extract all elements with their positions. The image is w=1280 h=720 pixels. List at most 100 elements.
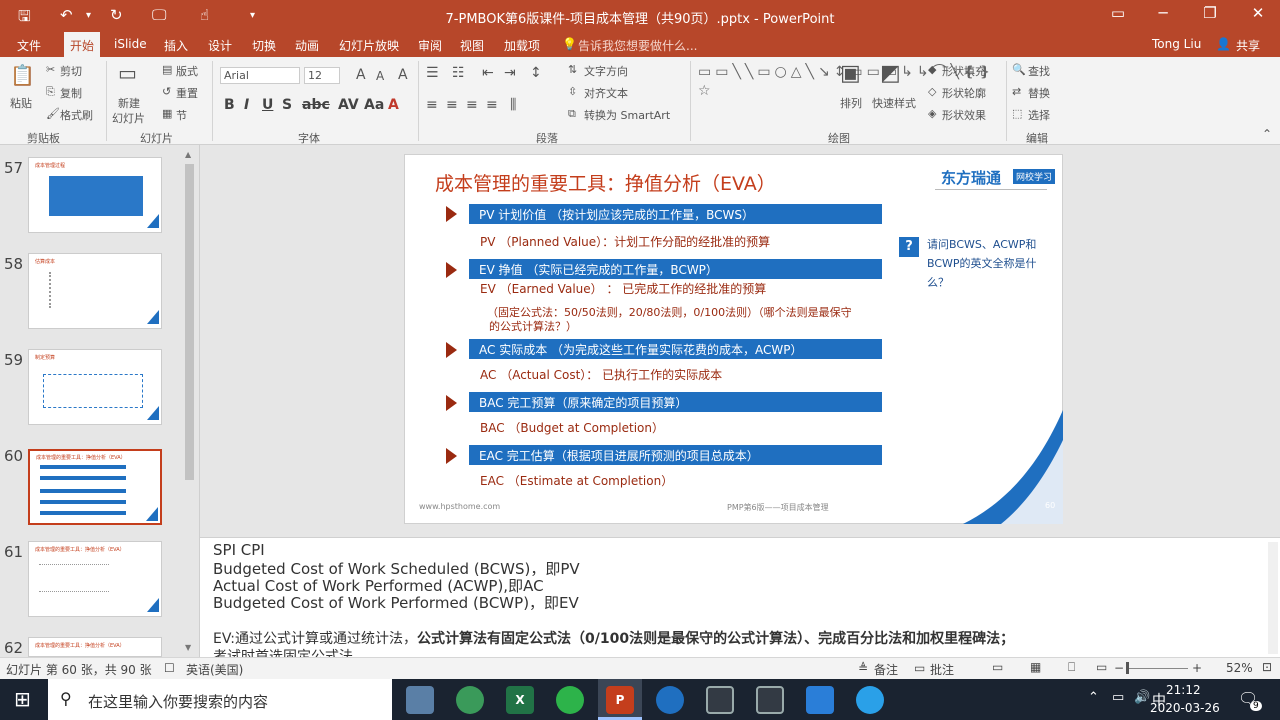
collapse-ribbon-icon[interactable]: ⌃ [1262,127,1272,141]
align-text-button[interactable]: 对齐文本 [584,85,628,101]
tab-view[interactable]: 视图 [460,37,484,54]
replace-button[interactable]: 替换 [1028,85,1050,101]
shape-fill-icon[interactable]: ◆ [928,63,936,76]
zoom-in-icon[interactable]: + [1192,661,1202,675]
replace-icon[interactable]: ⇄ [1012,85,1021,98]
term-detail-eac[interactable]: EAC （Estimate at Completion） [480,472,673,489]
slide-thumbnail-60[interactable]: 成本管理的重要工具：挣值分析（EVA） [28,449,162,525]
zoom-slider[interactable] [1128,668,1188,669]
restore-button[interactable]: ❐ [1192,4,1228,22]
user-name[interactable]: Tong Liu [1152,37,1201,51]
select-button[interactable]: 选择 [1028,107,1050,123]
paste-button[interactable]: 粘贴 [10,95,32,111]
format-painter-icon[interactable]: 🖌 [46,107,60,120]
user-icon[interactable]: 👤 [1216,37,1231,51]
fit-to-window-icon[interactable]: ⊡ [1262,660,1272,674]
tab-slideshow[interactable]: 幻灯片放映 [339,37,399,54]
zoom-level[interactable]: 52% [1226,661,1253,675]
zoom-out-icon[interactable]: − [1114,661,1124,675]
term-bar-eac[interactable]: EAC 完工估算（根据项目进展所预测的项目总成本） [469,445,882,465]
cut-icon[interactable]: ✂ [46,63,55,76]
shape-effects-icon[interactable]: ◈ [928,107,936,120]
minimize-button[interactable]: ─ [1145,4,1181,22]
spellcheck-icon[interactable]: ☐ [164,661,175,675]
new-slide-button[interactable]: 新建 [118,95,140,111]
term-bar-bac[interactable]: BAC 完工预算（原来确定的项目预算） [469,392,882,412]
bold-icon[interactable]: B [224,97,235,113]
align-left-icon[interactable]: ≡ [426,97,438,113]
powerpoint-taskbar-button[interactable]: P [598,679,642,720]
tab-home[interactable]: 开始 [64,32,101,57]
term-detail-ac[interactable]: AC （Actual Cost）： 已执行工作的实际成本 [480,366,722,383]
term-detail-bac[interactable]: BAC （Budget at Completion） [480,419,664,436]
app-icon-2[interactable] [756,686,784,714]
arrange-button[interactable]: 排列 [840,95,862,111]
line-spacing-icon[interactable]: ↕ [530,65,542,81]
notes-line[interactable]: SPI CPI [213,541,265,559]
comments-toggle-button[interactable]: 批注 [930,661,954,678]
term-bar-ev[interactable]: EV 挣值 （实际已经完成的工作量，BCWP） [469,259,882,279]
shadow-icon[interactable]: S [282,97,292,113]
copy-button[interactable]: 复制 [60,85,82,101]
notes-line[interactable]: EV:通过公式计算或通过统计法，公式计算法有固定公式法（0/100法则是最保守的… [213,628,1014,648]
select-icon[interactable]: ⬚ [1012,107,1022,120]
tell-me-box[interactable]: 告诉我您想要做什么... [578,37,697,54]
notes-icon[interactable]: ≜ [858,661,868,675]
smartart-icon[interactable]: ⧉ [568,107,576,121]
grow-font-icon[interactable]: A [356,67,366,83]
scroll-thumb[interactable] [185,164,194,480]
chrome-app-icon[interactable] [456,686,484,714]
layout-button[interactable]: 版式 [176,63,198,79]
slide-sorter-icon[interactable]: ▦ [1030,660,1041,674]
excel-app-icon[interactable]: X [506,686,534,714]
notes-line[interactable]: Budgeted Cost of Work Performed (BCWP)，即… [213,592,579,613]
new-slide-icon[interactable]: ▭ [118,61,137,85]
align-text-icon[interactable]: ⇳ [568,85,577,98]
clock-date[interactable]: 2020-03-26 [1150,701,1220,715]
notes-pane[interactable]: SPI CPI Budgeted Cost of Work Scheduled … [200,537,1280,657]
align-center-icon[interactable]: ≡ [446,97,458,113]
char-spacing-icon[interactable]: AV [338,97,359,113]
shrink-font-icon[interactable]: A [376,69,384,83]
explorer-app-icon[interactable] [406,686,434,714]
clear-format-icon[interactable]: A [398,67,408,83]
font-name-field[interactable]: Arial [220,67,300,84]
shape-effects-button[interactable]: 形状效果 [942,107,986,123]
shape-outline-button[interactable]: 形状轮廓 [942,85,986,101]
close-button[interactable]: ✕ [1240,4,1276,22]
term-detail-ev[interactable]: EV （Earned Value） ： 已完成工作的经批准的预算 [480,280,766,297]
tell-me-icon[interactable]: 💡 [562,37,577,51]
notes-toggle-button[interactable]: 备注 [874,661,898,678]
find-icon[interactable]: 🔍 [1012,63,1026,76]
notes-line[interactable]: 考试时首选固定公式法 [213,646,353,657]
change-case-icon[interactable]: Aa [364,97,384,113]
app-icon-3[interactable] [806,686,834,714]
reading-view-icon[interactable]: ⎕ [1068,660,1075,675]
copy-icon[interactable]: ⎘ [46,85,55,99]
quick-styles-button[interactable]: 快速样式 [872,95,916,111]
increase-indent-icon[interactable]: ⇥ [504,65,516,81]
slide-thumbnail-61[interactable]: 成本管理的重要工具：挣值分析（EVA） [28,541,162,617]
slide-canvas[interactable]: 成本管理的重要工具：挣值分析（EVA） 东方瑞通 网校学习 PV 计划价值 （按… [404,154,1063,524]
font-color-icon[interactable]: A [388,97,399,113]
notes-scrollbar[interactable] [1268,542,1278,654]
term-bar-ac[interactable]: AC 实际成本 （为完成这些工作量实际花费的成本，ACWP） [469,339,882,359]
zoom-slider-handle[interactable] [1126,662,1129,674]
numbering-icon[interactable]: ☷ [452,65,465,81]
wechat-app-icon[interactable] [556,686,584,714]
justify-icon[interactable]: ≡ [486,97,498,113]
scroll-down-icon[interactable]: ▼ [185,643,191,652]
slide-thumbnail-62[interactable]: 成本管理的重要工具：挣值分析（EVA） [28,637,162,657]
decrease-indent-icon[interactable]: ⇤ [482,65,494,81]
shapes-gallery[interactable]: ▭▭╲╲▭○△╲↘↕▭▭▭↳↳⌒╲❴❵☆ [698,63,990,121]
normal-view-icon[interactable]: ▭ [992,660,1003,674]
formula-note-cont[interactable]: 的公式计算法？） [489,318,577,334]
share-button[interactable]: 共享 [1236,37,1260,54]
tab-design[interactable]: 设计 [208,37,232,54]
italic-icon[interactable]: I [244,97,249,113]
text-direction-icon[interactable]: ⇅ [568,63,577,76]
volume-icon[interactable]: 🔊 [1134,690,1150,705]
tab-animations[interactable]: 动画 [295,37,319,54]
slide-thumbnail-57[interactable]: 成本管理过程 [28,157,162,233]
tab-review[interactable]: 审阅 [418,37,442,54]
